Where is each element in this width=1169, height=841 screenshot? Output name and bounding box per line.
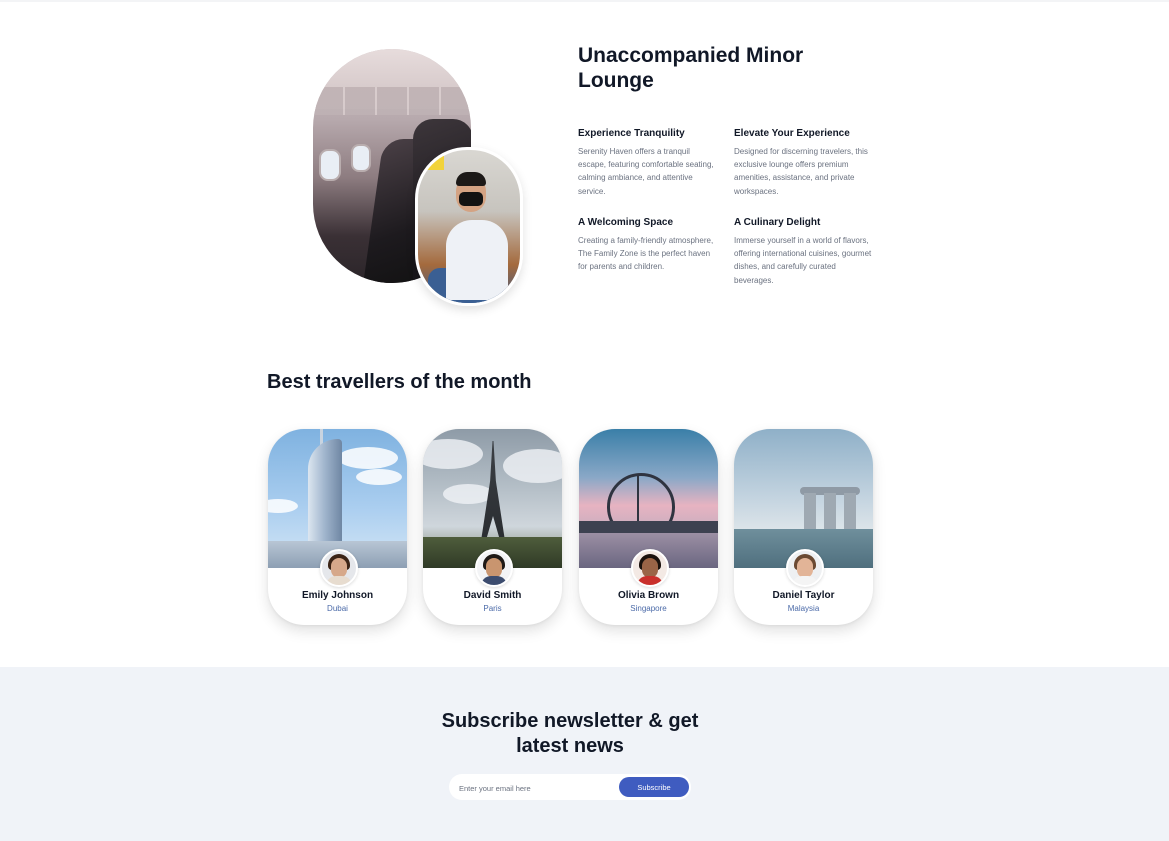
- avatar: [475, 549, 513, 587]
- paris-photo: [423, 429, 562, 568]
- newsletter-title: Subscribe newsletter & get latest news: [441, 710, 699, 757]
- traveller-card-emily-johnson[interactable]: Emily Johnson Dubai: [268, 429, 407, 625]
- avatar: [631, 549, 669, 587]
- traveller-card-daniel-taylor[interactable]: Daniel Taylor Malaysia: [734, 429, 873, 625]
- traveller-card-david-smith[interactable]: David Smith Paris: [423, 429, 562, 625]
- feature-title: A Welcoming Space: [578, 217, 674, 228]
- avatar: [320, 549, 358, 587]
- feature-experience-tranquility: Experience Tranquility Serenity Haven of…: [578, 127, 720, 198]
- avatar: [786, 549, 824, 587]
- top-divider: [0, 0, 1169, 2]
- traveller-city: Paris: [483, 604, 502, 613]
- feature-text: Immerse yourself in a world of flavors, …: [734, 236, 872, 285]
- feature-text: Serenity Haven offers a tranquil escape,…: [578, 147, 714, 196]
- feature-title: Elevate Your Experience: [734, 128, 850, 139]
- traveller-city: Singapore: [630, 604, 667, 613]
- traveller-name: David Smith: [463, 590, 522, 601]
- feature-elevate-your-experience: Elevate Your Experience Designed for dis…: [734, 127, 876, 198]
- newsletter-section: Subscribe newsletter & get latest news S…: [0, 667, 1169, 841]
- travellers-heading: Best travellers of the month: [267, 371, 532, 393]
- traveller-card-olivia-brown[interactable]: Olivia Brown Singapore: [579, 429, 718, 625]
- traveller-name: Daniel Taylor: [772, 590, 835, 601]
- lounge-photo-collage: [313, 49, 523, 306]
- feature-text: Designed for discerning travelers, this …: [734, 147, 868, 196]
- traveller-city: Dubai: [327, 604, 348, 613]
- feature-text: Creating a family-friendly atmosphere, T…: [578, 236, 714, 272]
- traveller-name: Olivia Brown: [617, 590, 680, 601]
- feature-title: A Culinary Delight: [734, 217, 821, 228]
- feature-title: Experience Tranquility: [578, 128, 685, 139]
- malaysia-photo: [734, 429, 873, 568]
- email-input[interactable]: [457, 778, 611, 798]
- traveller-with-phone-photo: [415, 147, 523, 306]
- traveller-name: Emily Johnson: [301, 590, 374, 601]
- singapore-photo: [579, 429, 718, 568]
- feature-a-culinary-delight: A Culinary Delight Immerse yourself in a…: [734, 216, 876, 287]
- traveller-city: Malaysia: [787, 604, 820, 613]
- subscribe-button[interactable]: Subscribe: [619, 777, 689, 797]
- dubai-photo: [268, 429, 407, 568]
- feature-a-welcoming-space: A Welcoming Space Creating a family-frie…: [578, 216, 720, 274]
- lounge-title: Unaccompanied Minor Lounge: [578, 44, 804, 92]
- newsletter-form: Subscribe: [449, 774, 691, 800]
